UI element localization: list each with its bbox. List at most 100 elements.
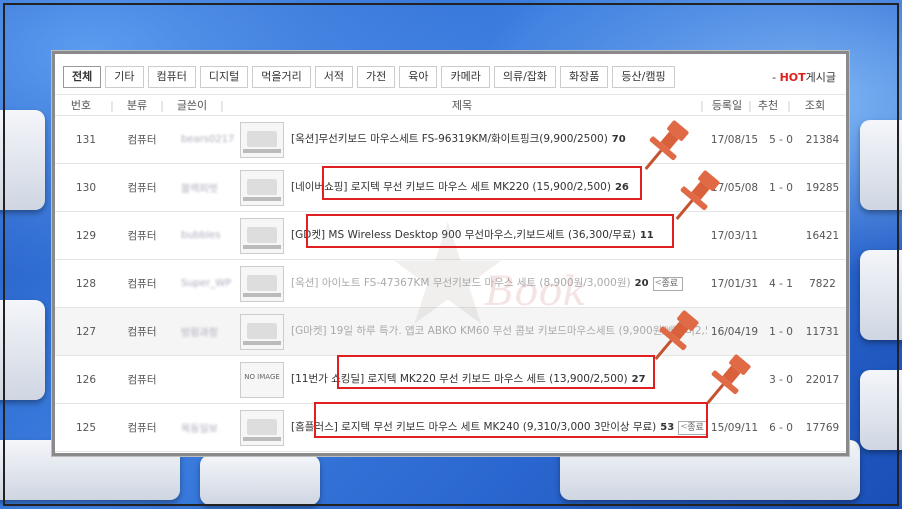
post-views: 19285 [805,181,840,194]
col-user: 글쓴이 [176,99,208,112]
post-title[interactable]: [홈플러스] 로지텍 무선 키보드 마우스 세트 MK240 (9,310/3,… [291,421,656,433]
post-thumbnail-cell [237,121,287,158]
tab-camera[interactable]: 카메라 [441,66,490,88]
post-author[interactable]: Super_WP [167,278,237,289]
tab-etc[interactable]: 기타 [105,66,144,88]
tab-baby[interactable]: 육아 [399,66,438,88]
post-thumbnail-cell [237,313,287,350]
hot-posts-link[interactable]: - HOT게시글 [772,69,836,85]
no-image-label: NO IMAGE [244,372,280,381]
post-category: 컴퓨터 [127,374,157,386]
post-views: 11731 [805,325,840,338]
post-title[interactable]: [옥션] 아이노트 FS-47367KM 무선키보드 마우스 세트 (8,900… [291,277,631,289]
post-thumbnail[interactable]: NO IMAGE [240,361,284,398]
tab-camping[interactable]: 등산/캠핑 [612,66,675,88]
post-title-cell[interactable]: [11번가 쇼킹딜] 로지텍 MK220 무선 키보드 마우스 세트 (13,9… [287,372,707,387]
tab-books[interactable]: 서적 [314,66,353,88]
comment-count: 70 [611,134,626,145]
post-author[interactable]: 방황과정 [167,324,237,339]
table-row[interactable]: 127 컴퓨터 방황과정 [G마켓] 19일 하루 특가. 앱코 ABKO KM… [55,308,846,356]
table-header: 번호 | 분류 | 글쓴이 | 제목 | 등록일 | 추천 | 조회 [55,94,846,116]
table-row[interactable]: 129 컴퓨터 bubbles [GD켓] MS Wireless Deskto… [55,212,846,260]
post-number: 130 [75,181,97,194]
post-number: 125 [75,421,97,434]
post-list: 131 컴퓨터 bears0217 [옥션]무선키보드 마우스세트 FS-963… [55,116,846,452]
table-row[interactable]: 128 컴퓨터 Super_WP [옥션] 아이노트 FS-47367KM 무선… [55,260,846,308]
post-date: 17/01/31 [710,277,759,290]
post-thumbnail[interactable] [240,169,284,206]
comment-count: 11 [639,230,654,241]
tab-all[interactable]: 전체 [63,66,102,88]
post-title[interactable]: [11번가 쇼킹딜] 로지텍 MK220 무선 키보드 마우스 세트 (13,9… [291,373,628,385]
post-number: 131 [75,133,97,146]
tab-food[interactable]: 먹을거리 [252,66,311,88]
table-row[interactable]: 125 컴퓨터 목동일보 [홈플러스] 로지텍 무선 키보드 마우스 세트 MK… [55,404,846,452]
post-title[interactable]: [네이버쇼핑] 로지텍 무선 키보드 마우스 세트 MK220 (15,900/… [291,181,611,193]
post-date: 15/09/11 [710,421,759,434]
col-no: 번호 [70,99,92,112]
post-title-cell[interactable]: [GD켓] MS Wireless Desktop 900 무선마우스,키보드세… [287,228,707,243]
col-title: 제목 [451,99,473,112]
tab-cosmetics[interactable]: 화장품 [560,66,609,88]
post-thumbnail[interactable] [240,313,284,350]
post-category: 컴퓨터 [127,134,157,146]
post-title-cell[interactable]: [G마켓] 19일 하루 특가. 앱코 ABKO KM60 무선 콤보 키보드마… [287,324,707,339]
post-date: 17/03/11 [710,229,759,242]
post-date: 17/08/15 [710,133,759,146]
col-rec: 추천 [757,99,779,112]
ended-tag: 종료 [652,277,684,291]
post-category: 컴퓨터 [127,230,157,242]
post-number: 126 [75,373,97,386]
post-recommend: 1 - 0 [769,181,793,194]
category-tabs: 전체 기타 컴퓨터 디지털 먹을거리 서적 가전 육아 카메라 의류/잡화 화장… [55,54,846,90]
post-recommend: 3 - 0 [769,373,793,386]
post-number: 129 [75,229,97,242]
post-category: 컴퓨터 [127,278,157,290]
post-recommend: 1 - 0 [769,325,793,338]
comment-count: 26 [614,182,629,193]
post-title[interactable]: [옥션]무선키보드 마우스세트 FS-96319KM/화이트핑크(9,900/2… [291,133,608,145]
post-thumbnail-cell: NO IMAGE [237,361,287,398]
post-title[interactable]: [GD켓] MS Wireless Desktop 900 무선마우스,키보드세… [291,229,636,241]
tab-clothing[interactable]: 의류/잡화 [493,66,557,88]
post-title-cell[interactable]: [네이버쇼핑] 로지텍 무선 키보드 마우스 세트 MK220 (15,900/… [287,180,707,195]
post-recommend: 4 - 1 [769,277,793,290]
ended-tag: 종료 [678,421,707,435]
post-title[interactable]: [G마켓] 19일 하루 특가. 앱코 ABKO KM60 무선 콤보 키보드마… [291,325,707,337]
col-date: 등록일 [711,99,743,112]
post-thumbnail[interactable] [240,217,284,254]
tab-computer[interactable]: 컴퓨터 [147,66,196,88]
post-views: 17769 [805,421,840,434]
post-number: 128 [75,277,97,290]
post-author[interactable]: 목동일보 [167,420,237,435]
post-date: 17/05/08 [710,181,759,194]
post-author[interactable]: bubbles [167,230,237,241]
post-title-cell[interactable]: [홈플러스] 로지텍 무선 키보드 마우스 세트 MK240 (9,310/3,… [287,420,707,435]
post-recommend: 6 - 0 [769,421,793,434]
post-title-cell[interactable]: [옥션]무선키보드 마우스세트 FS-96319KM/화이트핑크(9,900/2… [287,132,707,147]
post-date: 16/04/19 [710,325,759,338]
table-row[interactable]: 130 컴퓨터 블랙피벗 [네이버쇼핑] 로지텍 무선 키보드 마우스 세트 M… [55,164,846,212]
comment-count: 27 [631,374,646,385]
table-row[interactable]: 131 컴퓨터 bears0217 [옥션]무선키보드 마우스세트 FS-963… [55,116,846,164]
post-category: 컴퓨터 [127,182,157,194]
post-thumbnail[interactable] [240,409,284,446]
table-row[interactable]: 126 컴퓨터 NO IMAGE [11번가 쇼킹딜] 로지텍 MK220 무선… [55,356,846,404]
post-views: 16421 [805,229,840,242]
comment-count: 20 [634,278,649,289]
col-views: 조회 [804,99,826,112]
post-title-cell[interactable]: [옥션] 아이노트 FS-47367KM 무선키보드 마우스 세트 (8,900… [287,276,707,291]
col-cat: 분류 [126,99,148,112]
post-views: 22017 [805,373,840,386]
post-author[interactable]: bears0217 [167,134,237,145]
post-category: 컴퓨터 [127,422,157,434]
tab-digital[interactable]: 디지털 [199,66,249,88]
post-thumbnail[interactable] [240,265,284,302]
tab-appliance[interactable]: 가전 [356,66,396,88]
post-views: 7822 [809,277,836,290]
post-author[interactable]: 블랙피벗 [167,180,237,195]
post-category: 컴퓨터 [127,326,157,338]
post-thumbnail[interactable] [240,121,284,158]
board-panel: 전체 기타 컴퓨터 디지털 먹을거리 서적 가전 육아 카메라 의류/잡화 화장… [52,51,849,456]
post-views: 21384 [805,133,840,146]
